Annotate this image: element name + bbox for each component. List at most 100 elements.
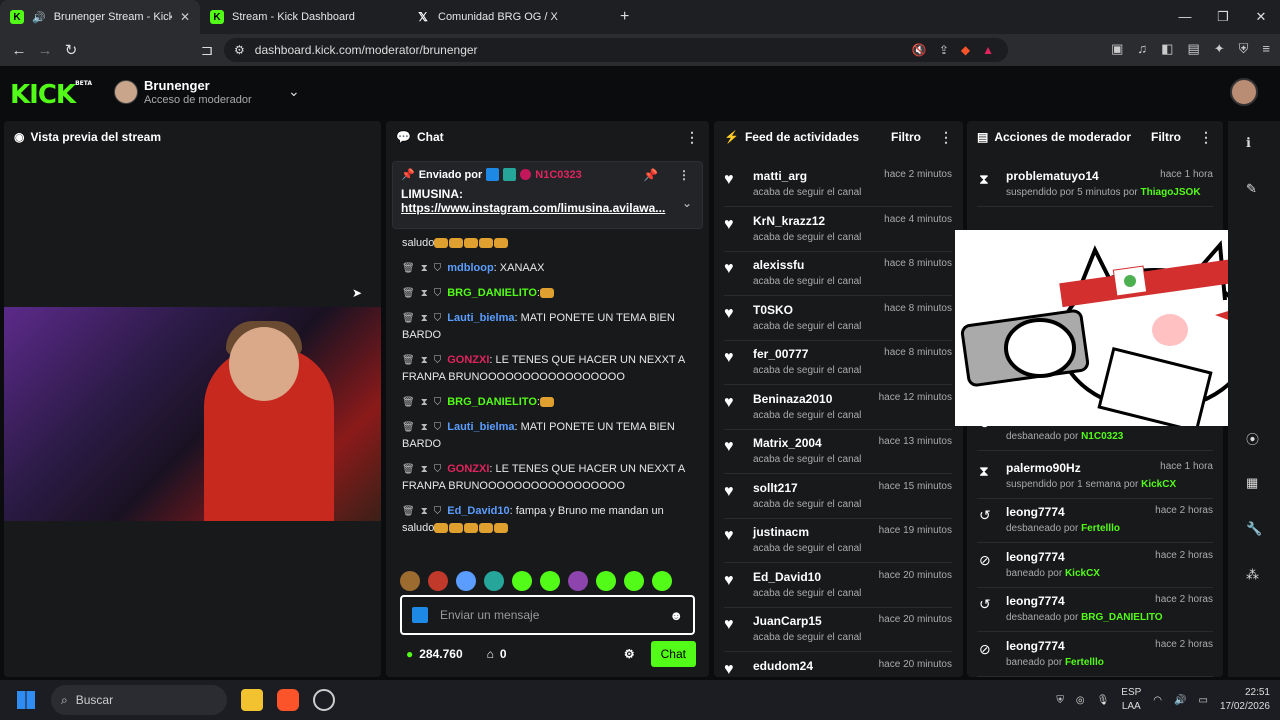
trash-icon[interactable]: 🗑: [402, 464, 415, 475]
mod-target-user[interactable]: leong7774: [1006, 550, 1065, 564]
trash-icon[interactable]: 🗑: [402, 355, 415, 366]
feed-item[interactable]: ♥ alexissfu hace 8 minutos acaba de seguir …: [724, 252, 952, 296]
mod-moderator-name[interactable]: ThiagoJSOK: [1141, 187, 1201, 198]
audio-icon[interactable]: 🔊: [32, 11, 46, 24]
chat-username[interactable]: Lauti_bielma: [447, 312, 514, 324]
trash-icon[interactable]: 🗑: [402, 422, 415, 433]
reader-icon[interactable]: ▣: [1111, 41, 1123, 57]
feed-item[interactable]: ♥ JuanCarp15 hace 20 minutos acaba de segui…: [724, 608, 952, 652]
mod-moderator-name[interactable]: Fertelllo: [1065, 657, 1104, 668]
user-avatar[interactable]: [1230, 78, 1258, 106]
feed-item[interactable]: ♥ sollt217 hace 15 minutos acaba de seguir …: [724, 475, 952, 519]
minimize-icon[interactable]: —: [1166, 0, 1204, 34]
feed-item[interactable]: ♥ justinacm hace 19 minutos acaba de seguir…: [724, 519, 952, 563]
site-info-icon[interactable]: ⚙: [234, 43, 245, 57]
store-icon[interactable]: ⌂: [487, 647, 494, 661]
chat-username[interactable]: GONZXI: [447, 463, 489, 475]
hourglass-icon[interactable]: ⧗: [421, 313, 428, 324]
stream-video[interactable]: [4, 307, 381, 521]
emote-shortcut-icon[interactable]: [484, 571, 504, 591]
steam-icon[interactable]: ◎: [1076, 695, 1085, 706]
feed-username[interactable]: JuanCarp15: [753, 614, 822, 628]
battery-icon[interactable]: ▭: [1198, 695, 1207, 706]
hourglass-icon[interactable]: ⧗: [421, 355, 428, 366]
forward-icon[interactable]: →: [32, 42, 58, 59]
mod-action-item[interactable]: ↺ leong7774 hace 2 horas desbaneado por BRG…: [977, 588, 1213, 632]
chat-username[interactable]: BRG_DANIELITO: [447, 396, 537, 408]
broadcast-icon[interactable]: ⦿: [1246, 429, 1259, 448]
defender-icon[interactable]: ⛨: [1056, 695, 1064, 706]
feed-item[interactable]: ♥ T0SKO hace 8 minutos acaba de seguir el c…: [724, 297, 952, 341]
emote-shortcut-icon[interactable]: [596, 571, 616, 591]
mod-target-user[interactable]: leong7774: [1006, 594, 1065, 608]
clock[interactable]: 22:51 17/02/2026: [1220, 686, 1270, 714]
mod-moderator-name[interactable]: KickCX: [1141, 479, 1176, 490]
feed-username[interactable]: fer_00777: [753, 347, 808, 361]
info-icon[interactable]: ℹ: [1246, 135, 1251, 151]
chat-username[interactable]: mdbloop: [447, 262, 493, 274]
bookmark-icon[interactable]: ⊐: [194, 41, 220, 59]
windows-start-icon[interactable]: [17, 691, 35, 709]
pinned-user[interactable]: N1C0323: [535, 169, 581, 181]
nodes-icon[interactable]: ⁂: [1246, 567, 1259, 583]
pinned-link[interactable]: https://www.instagram.com/limusina.avila…: [401, 201, 671, 215]
music-icon[interactable]: ♫: [1137, 41, 1147, 57]
mod-action-item[interactable]: ⊘ leong7774 hace 2 horas baneado por KickCX: [977, 544, 1213, 588]
tab-brunenger-stream[interactable]: K 🔊 Brunenger Stream - Kick Dash ✕: [0, 0, 200, 34]
more-options-icon[interactable]: ⋮: [939, 129, 953, 146]
mod-moderator-name[interactable]: KickCX: [1065, 568, 1100, 579]
pinned-options-icon[interactable]: ⋮: [678, 168, 690, 182]
emote-shortcut-icon[interactable]: [456, 571, 476, 591]
shield-icon[interactable]: ⛉: [434, 506, 442, 517]
mod-target-user[interactable]: problematuyo14: [1006, 169, 1099, 183]
chat-username[interactable]: Ed_David10: [447, 505, 509, 517]
mod-target-user[interactable]: leong7774: [1006, 639, 1065, 653]
file-explorer-icon[interactable]: [241, 689, 263, 711]
back-icon[interactable]: ←: [6, 42, 32, 59]
hourglass-icon[interactable]: ⧗: [421, 506, 428, 517]
feed-username[interactable]: KrN_krazz12: [753, 214, 825, 228]
tab-stream-dashboard[interactable]: K Stream - Kick Dashboard: [200, 0, 406, 34]
trash-icon[interactable]: 🗑: [402, 313, 415, 324]
mod-action-item[interactable]: ⊘ leong7774 hace 2 horas baneado por Fertel…: [977, 633, 1213, 677]
shield-icon[interactable]: ⛉: [434, 263, 442, 274]
feed-item[interactable]: ♥ Matrix_2004 hace 13 minutos acaba de segu…: [724, 430, 952, 474]
emote-shortcut-icon[interactable]: [624, 571, 644, 591]
hourglass-icon[interactable]: ⧗: [421, 464, 428, 475]
wallet-icon[interactable]: ▤: [1187, 41, 1199, 57]
mod-action-item[interactable]: ⧗ palermo90Hz hace 1 hora suspendido por 1 …: [977, 455, 1213, 499]
shield-icon[interactable]: ⛉: [434, 422, 442, 433]
brave-shield-icon[interactable]: ◆: [961, 43, 970, 57]
trash-icon[interactable]: 🗑: [402, 263, 415, 274]
shield-icon[interactable]: ⛉: [434, 313, 442, 324]
ai-icon[interactable]: ✦: [1214, 41, 1225, 57]
chat-username[interactable]: BRG_DANIELITO: [447, 287, 537, 299]
menu-icon[interactable]: ≡: [1262, 41, 1270, 57]
hourglass-icon[interactable]: ⧗: [421, 422, 428, 433]
mod-target-user[interactable]: leong7774: [1006, 505, 1065, 519]
sidebar-toggle-icon[interactable]: ◧: [1161, 41, 1173, 57]
feed-username[interactable]: Beninaza2010: [753, 392, 832, 406]
chevron-down-icon[interactable]: ⌄: [288, 83, 300, 100]
feed-username[interactable]: sollt217: [753, 481, 798, 495]
pinned-message[interactable]: 📌 Enviado por N1C0323 LIMUSINA: https://…: [392, 161, 703, 229]
emote-shortcut-icon[interactable]: [400, 571, 420, 591]
chat-username[interactable]: GONZXI: [447, 354, 489, 366]
edit-icon[interactable]: ✎: [1246, 181, 1257, 197]
vpn-icon[interactable]: ⛨: [1239, 41, 1249, 57]
emote-shortcut-icon[interactable]: [652, 571, 672, 591]
shield-icon[interactable]: ⛉: [434, 464, 442, 475]
emote-shortcut-icon[interactable]: [512, 571, 532, 591]
feed-username[interactable]: alexissfu: [753, 258, 804, 272]
chat-input[interactable]: Enviar un mensaje ☻: [400, 595, 695, 635]
wrench-icon[interactable]: 🔧: [1246, 521, 1262, 537]
feed-item[interactable]: ♥ Beninaza2010 hace 12 minutos acaba de seg…: [724, 386, 952, 430]
mod-action-item[interactable]: ↺ leong7774 hace 2 horas desbaneado por Fer…: [977, 499, 1213, 543]
kick-logo[interactable]: KICKBETA: [10, 80, 92, 110]
feed-username[interactable]: matti_arg: [753, 169, 807, 183]
feed-username[interactable]: Matrix_2004: [753, 436, 822, 450]
shield-icon[interactable]: ⛉: [434, 288, 442, 299]
hourglass-icon[interactable]: ⧗: [421, 397, 428, 408]
tab-comunidad-x[interactable]: 𝕏 Comunidad BRG OG / X: [406, 0, 612, 34]
mod-action-item[interactable]: ⧗ problematuyo14 hace 1 hora suspendido por…: [977, 163, 1213, 207]
